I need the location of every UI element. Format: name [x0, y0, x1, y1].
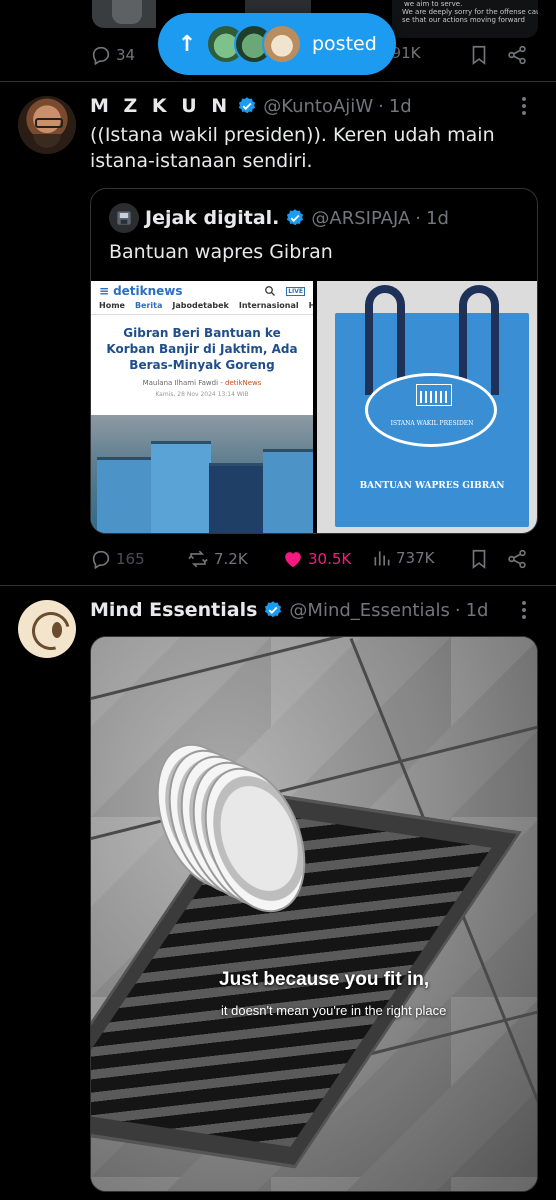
tweet-header: Mind Essentials @Mind_Essentials · 1d	[90, 596, 489, 624]
display-name[interactable]: M Z K U N	[90, 95, 231, 117]
new-posts-pill[interactable]: ↑ posted	[158, 13, 396, 75]
share-icon	[506, 44, 528, 66]
timestamp: 1d	[426, 207, 449, 229]
separator: ·	[378, 95, 384, 117]
more-icon	[521, 600, 527, 620]
previous-tweet-media-left[interactable]	[92, 0, 156, 28]
live-badge: LIVE	[286, 286, 305, 296]
news-nav-item: Home	[99, 301, 125, 310]
handle: @ARSIPAJA	[311, 207, 411, 229]
repost-icon	[186, 548, 210, 570]
like-count: 30.5K	[308, 550, 352, 568]
bag-photo-shape	[151, 441, 211, 533]
verified-badge-icon	[285, 208, 305, 228]
media-caption-sub: it doesn't mean you're in the right plac…	[221, 1003, 447, 1018]
news-nav: Home Berita Jabodetabek Internasional Hu	[91, 301, 313, 315]
posted-avatars	[206, 22, 306, 66]
news-nav-item: Internasional	[238, 301, 299, 310]
timestamp[interactable]: 1d	[466, 600, 489, 621]
arrow-up-icon: ↑	[177, 31, 197, 57]
timestamp[interactable]: 1d	[389, 96, 412, 117]
share-button[interactable]	[506, 548, 528, 570]
separator: ·	[454, 599, 461, 621]
news-nav-item: Berita	[134, 301, 163, 310]
quote-text: Bantuan wapres Gibran	[109, 241, 333, 263]
reply-button[interactable]: 165	[90, 548, 145, 570]
news-site-bar: ≡ detiknews LIVE	[91, 281, 313, 301]
reply-button[interactable]: 34	[90, 44, 135, 66]
bag-photo-shape	[209, 463, 267, 533]
bookmark-icon	[468, 548, 490, 570]
heart-icon	[282, 548, 304, 570]
tweet[interactable]: Mind Essentials @Mind_Essentials · 1d Ju…	[0, 586, 556, 1200]
avatar[interactable]	[18, 96, 76, 154]
menu-icon: ≡	[99, 284, 110, 298]
views-button[interactable]: 737K	[372, 548, 434, 568]
media-caption-main: Just because you fit in,	[219, 969, 430, 990]
news-author-name: Maulana Ilhami Fawdi	[142, 379, 219, 387]
news-author: Maulana Ilhami Fawdi - detikNews	[91, 379, 313, 387]
news-headline: Gibran Beri Bantuan ke Korban Banjir di …	[106, 326, 298, 372]
tote-bag: ISTANA WAKIL PRESIDEN BANTUAN WAPRES GIB…	[335, 285, 529, 527]
tweet-header: M Z K U N @KuntoAjiW · 1d	[90, 92, 412, 120]
bag-emblem: ISTANA WAKIL PRESIDEN	[365, 373, 497, 447]
news-photo	[91, 415, 313, 533]
handle[interactable]: @KuntoAjiW	[263, 96, 373, 117]
display-name[interactable]: Mind Essentials	[90, 599, 257, 621]
more-button[interactable]	[514, 598, 534, 622]
news-nav-item: Jabodetabek	[172, 301, 229, 310]
bag-caption: BANTUAN WAPRES GIBRAN	[359, 481, 505, 491]
like-button[interactable]: 30.5K	[282, 548, 351, 570]
tweet-media-image[interactable]: Just because you fit in, it doesn't mean…	[90, 636, 538, 1192]
separator: ·	[415, 207, 422, 229]
repost-button[interactable]: 7.2K	[186, 548, 248, 570]
views-icon	[372, 548, 392, 568]
reply-icon	[90, 548, 112, 570]
bookmark-button[interactable]	[468, 44, 490, 66]
avatar[interactable]	[18, 600, 76, 658]
views-count: 737K	[396, 549, 435, 567]
share-button[interactable]	[506, 44, 528, 66]
reply-count: 165	[116, 550, 145, 568]
search-icon	[264, 285, 276, 297]
tweet-text: ((Istana wakil presiden)). Keren udah ma…	[90, 124, 495, 172]
news-brand: detiknews	[113, 284, 183, 298]
palace-icon	[416, 384, 452, 406]
emblem-label: ISTANA WAKIL PRESIDEN	[390, 420, 474, 427]
avatar	[262, 24, 302, 64]
media-text-line: se that our actions moving forward	[402, 16, 525, 24]
bookmark-icon	[468, 44, 490, 66]
quoted-tweet[interactable]: Jejak digital. @ARSIPAJA · 1d Bantuan wa…	[90, 188, 538, 534]
more-button[interactable]	[514, 94, 534, 118]
quote-media-news-screenshot[interactable]: ≡ detiknews LIVE Home Berita Jabodetabek…	[91, 281, 313, 533]
bag-photo-shape	[97, 457, 153, 533]
news-author-source: detikNews	[225, 379, 262, 387]
more-icon	[521, 96, 527, 116]
reply-count: 34	[116, 46, 136, 64]
avatar-photo	[18, 96, 76, 154]
news-author-separator: -	[218, 379, 226, 387]
news-nav-item: Hu	[309, 301, 313, 314]
verified-badge-icon	[237, 96, 257, 116]
share-icon	[506, 548, 528, 570]
previous-tweet-media-right[interactable]: we aim to serve. We are deeply sorry for…	[392, 0, 538, 38]
quote-media-bag-photo[interactable]: ISTANA WAKIL PRESIDEN BANTUAN WAPRES GIB…	[317, 281, 537, 533]
posted-label: posted	[312, 33, 377, 55]
tweet-actions: 165 7.2K 30.5K 737K	[90, 548, 540, 572]
handle[interactable]: @Mind_Essentials	[289, 600, 449, 621]
quote-header: Jejak digital. @ARSIPAJA · 1d	[109, 203, 449, 233]
media-text-line: we aim to serve.	[404, 0, 463, 8]
reply-icon	[90, 44, 112, 66]
bookmark-button[interactable]	[468, 548, 490, 570]
avatar	[109, 203, 139, 233]
bag-photo-shape	[263, 449, 313, 533]
media-text-line: We are deeply sorry for the offense caus…	[402, 8, 538, 16]
previous-tweet-media-middle[interactable]	[245, 0, 311, 14]
news-date: Kamis, 28 Nov 2024 13:14 WIB	[155, 391, 249, 398]
tweet[interactable]: M Z K U N @KuntoAjiW · 1d ((Istana wakil…	[0, 82, 556, 586]
display-name: Jejak digital.	[145, 207, 280, 229]
repost-count: 7.2K	[214, 550, 248, 568]
verified-badge-icon	[263, 600, 283, 620]
